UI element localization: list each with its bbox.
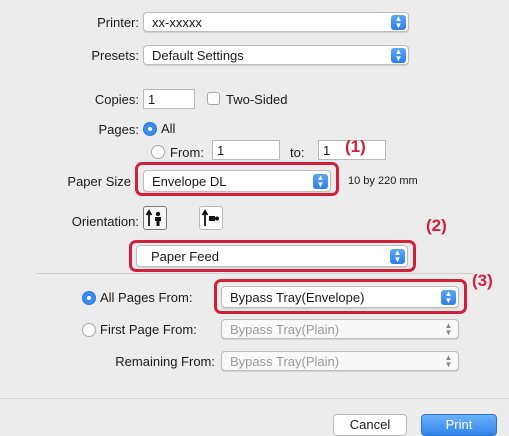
orientation-landscape-button[interactable] bbox=[199, 206, 223, 230]
divider bbox=[36, 273, 473, 274]
landscape-icon bbox=[201, 209, 219, 226]
callout-box-1 bbox=[135, 162, 339, 196]
callout-label-1: (1) bbox=[345, 137, 366, 156]
callout-label-2: (2) bbox=[426, 216, 447, 235]
orientation-portrait-button[interactable] bbox=[143, 206, 167, 230]
copies-label: Copies: bbox=[94, 92, 139, 107]
all-pages-from-label: All Pages From: bbox=[100, 290, 193, 305]
pages-label: Pages: bbox=[98, 122, 139, 137]
two-sided-checkbox[interactable] bbox=[207, 92, 220, 105]
printer-value: xx-xxxxx bbox=[152, 15, 202, 30]
button-bar-divider bbox=[0, 398, 509, 399]
remaining-from-select[interactable]: Bypass Tray(Plain) ▲ ▼ bbox=[221, 351, 459, 371]
pages-from-radio[interactable] bbox=[151, 145, 165, 159]
callout-box-2 bbox=[129, 240, 416, 272]
all-pages-from-radio[interactable] bbox=[82, 291, 96, 305]
paper-size-label: Paper Size bbox=[67, 174, 131, 189]
callout-box-3 bbox=[214, 279, 467, 314]
chevron-updown-icon: ▲ ▼ bbox=[444, 353, 453, 369]
first-page-from-radio[interactable] bbox=[82, 323, 96, 337]
pages-to-label: to: bbox=[290, 145, 305, 160]
first-page-from-value: Bypass Tray(Plain) bbox=[230, 322, 340, 337]
pages-all-radio[interactable] bbox=[143, 122, 157, 136]
chevron-updown-icon: ▲ ▼ bbox=[391, 15, 406, 30]
chevron-updown-icon: ▲ ▼ bbox=[444, 321, 453, 337]
callout-label-3: (3) bbox=[472, 271, 493, 290]
remaining-from-label: Remaining From: bbox=[115, 354, 215, 369]
remaining-from-value: Bypass Tray(Plain) bbox=[230, 354, 340, 369]
pages-from-label: From: bbox=[170, 145, 204, 160]
portrait-icon bbox=[145, 209, 161, 226]
copies-field[interactable]: 1 bbox=[143, 89, 195, 109]
printer-select[interactable]: xx-xxxxx ▲ ▼ bbox=[143, 12, 409, 32]
presets-label: Presets: bbox=[91, 48, 139, 63]
cancel-button[interactable]: Cancel bbox=[333, 414, 407, 436]
print-button[interactable]: Print bbox=[421, 414, 497, 436]
first-page-from-select[interactable]: Bypass Tray(Plain) ▲ ▼ bbox=[221, 319, 459, 339]
chevron-updown-icon: ▲ ▼ bbox=[391, 48, 406, 63]
presets-value: Default Settings bbox=[152, 48, 244, 63]
paper-size-dimensions: 10 by 220 mm bbox=[348, 175, 418, 187]
two-sided-label: Two-Sided bbox=[226, 92, 288, 107]
printer-label: Printer: bbox=[97, 15, 139, 30]
orientation-label: Orientation: bbox=[71, 214, 139, 229]
pages-all-label: All bbox=[161, 121, 176, 136]
presets-select[interactable]: Default Settings ▲ ▼ bbox=[143, 45, 409, 65]
first-page-from-label: First Page From: bbox=[100, 322, 197, 337]
pages-from-field[interactable]: 1 bbox=[212, 140, 280, 160]
